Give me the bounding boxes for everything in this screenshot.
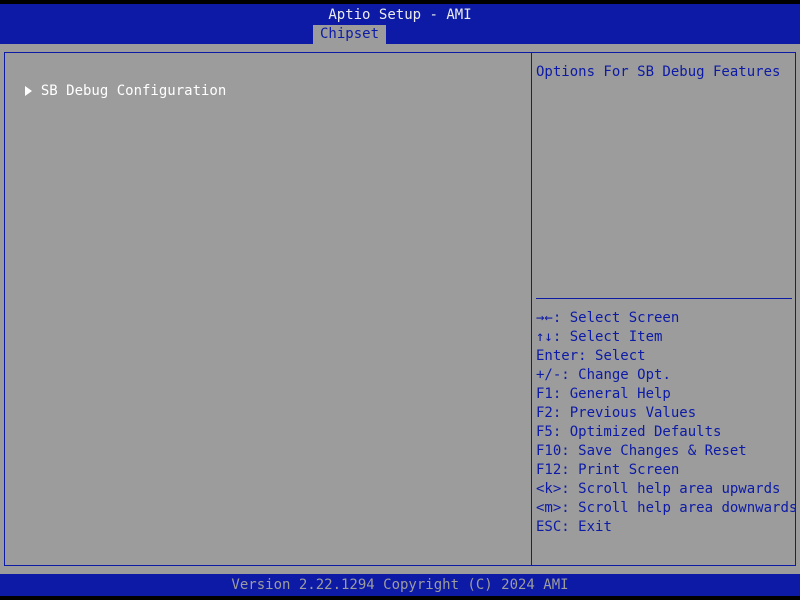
key-legend-item: <m>: Scroll help area downwards xyxy=(536,499,797,518)
key-desc: : Scroll help area downwards xyxy=(561,500,797,516)
key-desc: : Print Screen xyxy=(561,462,679,478)
key-desc: : Select xyxy=(578,348,645,364)
menu-item-sb-debug-configuration[interactable]: SB Debug Configuration xyxy=(8,63,226,82)
key-legend: →←: Select Screen ↑↓: Select Item Enter:… xyxy=(536,309,797,537)
key-legend-item: ↑↓: Select Item xyxy=(536,328,797,347)
key-name: F12 xyxy=(536,462,561,478)
key-name: F5 xyxy=(536,424,553,440)
key-legend-item: F10: Save Changes & Reset xyxy=(536,442,797,461)
key-name: Enter xyxy=(536,348,578,364)
bottom-border xyxy=(0,596,800,600)
key-name: <k> xyxy=(536,481,561,497)
key-legend-item: F5: Optimized Defaults xyxy=(536,423,797,442)
menu-item-label: SB Debug Configuration xyxy=(41,83,226,99)
key-name: +/- xyxy=(536,367,561,383)
submenu-arrow-icon xyxy=(25,86,32,96)
key-name: ESC xyxy=(536,519,561,535)
key-desc: : Previous Values xyxy=(553,405,696,421)
key-desc: : Select Screen xyxy=(553,310,679,326)
key-desc: : Change Opt. xyxy=(561,367,671,383)
help-description: Options For SB Debug Features xyxy=(536,63,780,82)
key-name: →← xyxy=(536,310,553,326)
key-name: F1 xyxy=(536,386,553,402)
key-legend-item: +/-: Change Opt. xyxy=(536,366,797,385)
key-desc: : Select Item xyxy=(553,329,663,345)
key-desc: : Save Changes & Reset xyxy=(561,443,746,459)
key-desc: : Scroll help area upwards xyxy=(561,481,780,497)
key-legend-item: ESC: Exit xyxy=(536,518,797,537)
key-legend-item: F1: General Help xyxy=(536,385,797,404)
key-name: <m> xyxy=(536,500,561,516)
version-text: Version 2.22.1294 Copyright (C) 2024 AMI xyxy=(0,576,800,595)
help-divider xyxy=(536,298,792,299)
key-legend-item: Enter: Select xyxy=(536,347,797,366)
footer-bar: Version 2.22.1294 Copyright (C) 2024 AMI xyxy=(0,574,800,596)
key-legend-item: <k>: Scroll help area upwards xyxy=(536,480,797,499)
key-name: F10 xyxy=(536,443,561,459)
title-bar: Aptio Setup - AMI Chipset xyxy=(0,4,800,44)
key-desc: : Exit xyxy=(561,519,612,535)
key-name: ↑↓ xyxy=(536,329,553,345)
panel-divider xyxy=(531,52,532,566)
key-desc: : Optimized Defaults xyxy=(553,424,722,440)
key-name: F2 xyxy=(536,405,553,421)
key-legend-item: F12: Print Screen xyxy=(536,461,797,480)
key-legend-item: F2: Previous Values xyxy=(536,404,797,423)
app-title: Aptio Setup - AMI xyxy=(0,7,800,24)
key-desc: : General Help xyxy=(553,386,671,402)
key-legend-item: →←: Select Screen xyxy=(536,309,797,328)
tab-chipset[interactable]: Chipset xyxy=(313,25,386,44)
